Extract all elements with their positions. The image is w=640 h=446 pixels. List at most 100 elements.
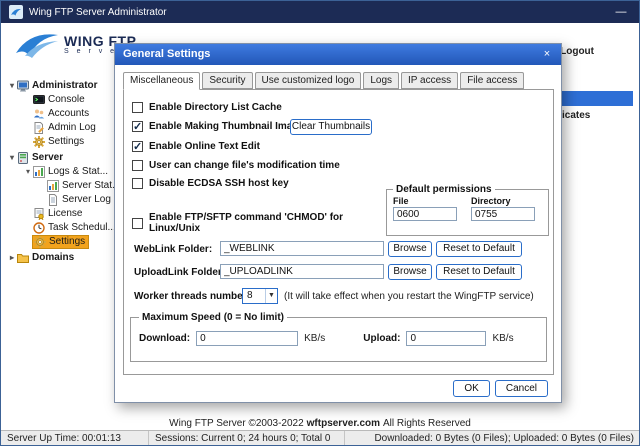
sidebar-item-server-stats[interactable]: Server Stat... <box>7 179 119 192</box>
sidebar-item-label: Logs & Stat... <box>48 166 108 177</box>
tab-file-access[interactable]: File access <box>460 72 524 89</box>
tab-customized-logo[interactable]: Use customized logo <box>255 72 362 89</box>
uploadlink-folder-input[interactable] <box>220 264 384 279</box>
sidebar-item-server-settings[interactable]: Settings <box>7 235 119 248</box>
server-log-icon <box>47 194 59 206</box>
weblink-browse-button[interactable]: Browse <box>388 241 432 257</box>
footer-link[interactable]: wftpserver.com <box>307 418 380 429</box>
expand-arrow-icon[interactable]: ▾ <box>23 167 33 176</box>
checkbox[interactable] <box>132 218 143 229</box>
checkbox[interactable] <box>132 121 143 132</box>
dialog-tabs: Miscellaneous Security Use customized lo… <box>123 72 526 89</box>
checkbox[interactable] <box>132 102 143 113</box>
sidebar-item-label: Admin Log <box>48 122 96 133</box>
app-window: Wing FTP Server Administrator — WING FTP… <box>0 0 640 446</box>
checkbox-row-mod-time: User can change file's modification time <box>132 160 340 171</box>
upload-unit: KB/s <box>492 333 513 344</box>
selected-item-highlight: Settings <box>33 236 88 248</box>
checkbox-label: Disable ECDSA SSH host key <box>149 178 289 189</box>
sidebar-item-admin-settings[interactable]: Settings <box>7 135 119 148</box>
upload-label: Upload: <box>363 333 400 344</box>
checkbox-label: Enable FTP/SFTP command 'CHMOD' for Linu… <box>149 212 382 234</box>
sidebar-item-task-scheduler[interactable]: Task Schedul... <box>7 221 119 234</box>
worker-threads-note: (It will take effect when you restart th… <box>284 291 534 302</box>
sidebar-item-accounts[interactable]: Accounts <box>7 107 119 120</box>
status-uptime: Server Up Time: 00:01:13 <box>1 431 149 445</box>
minimize-button[interactable]: — <box>611 6 631 18</box>
sidebar-item-admin-log[interactable]: Admin Log <box>7 121 119 134</box>
tab-ip-access[interactable]: IP access <box>401 72 458 89</box>
default-permissions-group: Default permissions File Directory <box>386 184 549 236</box>
checkbox-row-chmod: Enable FTP/SFTP command 'CHMOD' for Linu… <box>132 212 382 234</box>
settings-gear-icon <box>33 136 45 148</box>
worker-threads-select[interactable]: 8 ▼ <box>242 288 278 304</box>
weblink-folder-label: WebLink Folder: <box>134 244 212 255</box>
sidebar-item-label: Settings <box>49 236 85 247</box>
weblink-reset-button[interactable]: Reset to Default <box>436 241 522 257</box>
collapse-arrow-icon[interactable]: ▸ <box>7 253 17 262</box>
sidebar-item-license[interactable]: License <box>7 207 119 220</box>
checkbox[interactable] <box>132 141 143 152</box>
checkbox-label: Enable Directory List Cache <box>149 102 282 113</box>
sidebar-item-label: License <box>48 208 82 219</box>
footer-suffix: All Rights Reserved <box>383 418 471 429</box>
logs-stats-icon <box>33 166 45 178</box>
sidebar-item-label: Accounts <box>48 108 89 119</box>
checkbox-label: Enable Online Text Edit <box>149 141 260 152</box>
dialog-title: General Settings <box>123 48 210 60</box>
file-permission-label: File <box>393 196 457 206</box>
settings-gear-icon <box>34 236 46 248</box>
ok-button[interactable]: OK <box>453 380 489 397</box>
checkbox-label: Enable Making Thumbnail Images <box>149 121 310 132</box>
uploadlink-browse-button[interactable]: Browse <box>388 264 432 280</box>
sidebar-item-label: Task Schedul... <box>48 222 116 233</box>
tab-logs[interactable]: Logs <box>363 72 399 89</box>
license-icon <box>33 208 45 220</box>
directory-permission-label: Directory <box>471 196 535 206</box>
file-permission-input[interactable] <box>393 207 457 221</box>
weblink-folder-input[interactable] <box>220 241 384 256</box>
tab-security[interactable]: Security <box>202 72 252 89</box>
checkbox-row-ecdsa: Disable ECDSA SSH host key <box>132 178 289 189</box>
sidebar-item-label: Server Stat... <box>62 180 120 191</box>
sidebar-item-logs-stats[interactable]: ▾ Logs & Stat... <box>7 165 119 178</box>
worker-threads-label: Worker threads number: <box>134 291 250 302</box>
task-scheduler-icon <box>33 222 45 234</box>
download-label: Download: <box>139 333 190 344</box>
cancel-button[interactable]: Cancel <box>495 380 548 397</box>
checkbox-row-thumbnails: Enable Making Thumbnail Images <box>132 121 310 132</box>
sidebar-item-server[interactable]: ▾ Server <box>7 151 119 164</box>
sidebar-item-domains[interactable]: ▸ Domains <box>7 251 119 264</box>
server-icon <box>17 152 29 164</box>
sidebar-item-console[interactable]: Console <box>7 93 119 106</box>
upload-speed-input[interactable] <box>406 331 486 346</box>
download-speed-input[interactable] <box>196 331 298 346</box>
group-legend: Default permissions <box>393 184 495 195</box>
footer-prefix: Wing FTP Server ©2003-2022 <box>169 418 303 429</box>
expand-arrow-icon[interactable]: ▾ <box>7 81 17 90</box>
sidebar-item-label: Console <box>48 94 85 105</box>
chevron-down-icon: ▼ <box>265 289 277 303</box>
tab-miscellaneous[interactable]: Miscellaneous <box>123 72 200 90</box>
status-sessions: Sessions: Current 0; 24 hours 0; Total 0 <box>149 431 345 445</box>
checkbox[interactable] <box>132 160 143 171</box>
directory-permission-input[interactable] <box>471 207 535 221</box>
sidebar-item-label: Domains <box>32 252 74 263</box>
app-icon <box>9 5 23 19</box>
close-icon[interactable]: × <box>539 47 555 62</box>
uploadlink-folder-label: UploadLink Folder: <box>134 267 225 278</box>
background-partial-label: icates <box>562 110 590 121</box>
checkbox[interactable] <box>132 178 143 189</box>
sidebar-item-server-log[interactable]: Server Log <box>7 193 119 206</box>
status-transfer: Downloaded: 0 Bytes (0 Files); Uploaded:… <box>368 431 639 445</box>
dialog-actions: OK Cancel <box>453 380 548 397</box>
navigation-tree: ▾ Administrator Console Accounts Admin L… <box>7 79 119 265</box>
group-legend: Maximum Speed (0 = No limit) <box>139 312 287 323</box>
status-bar: Server Up Time: 00:01:13 Sessions: Curre… <box>1 430 639 445</box>
sidebar-item-label: Administrator <box>32 80 98 91</box>
expand-arrow-icon[interactable]: ▾ <box>7 153 17 162</box>
clear-thumbnails-button[interactable]: Clear Thumbnails <box>290 119 372 135</box>
maximum-speed-group: Maximum Speed (0 = No limit) Download: K… <box>130 312 547 362</box>
uploadlink-reset-button[interactable]: Reset to Default <box>436 264 522 280</box>
sidebar-item-administrator[interactable]: ▾ Administrator <box>7 79 119 92</box>
